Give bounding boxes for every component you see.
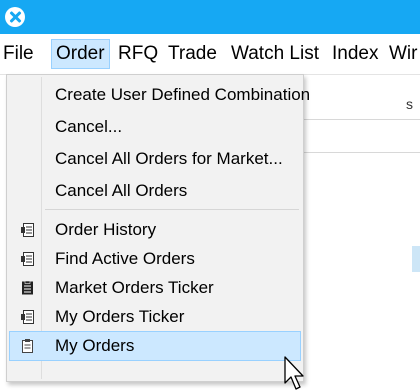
- menu-trade[interactable]: Trade: [168, 43, 217, 65]
- menu-item-label: My Orders: [55, 336, 135, 355]
- background-divider: [300, 119, 420, 120]
- menu-item-label: My Orders Ticker: [55, 307, 185, 326]
- menu-item-cancel-all-orders-for-market[interactable]: Cancel All Orders for Market...: [9, 144, 301, 174]
- orders-list-icon: [21, 310, 34, 324]
- menu-item-label: Find Active Orders: [55, 249, 195, 268]
- market-ticker-icon: [22, 281, 33, 295]
- menu-item-cancel[interactable]: Cancel...: [9, 112, 301, 142]
- menu-rfq[interactable]: RFQ: [118, 43, 158, 65]
- menu-item-label: Create User Defined Combination: [55, 85, 311, 104]
- menu-item-order-history[interactable]: Order History: [9, 215, 301, 245]
- background-text-fragment: s: [406, 96, 413, 112]
- menu-item-my-orders-ticker[interactable]: My Orders Ticker: [9, 302, 301, 332]
- orders-list-icon: [21, 252, 34, 266]
- menu-item-label: Cancel All Orders for Market...: [55, 149, 283, 168]
- menu-item-label: Cancel All Orders: [55, 181, 188, 200]
- menu-order[interactable]: Order: [51, 39, 110, 69]
- title-bar: [0, 0, 420, 34]
- background-divider: [300, 152, 420, 153]
- menu-separator: [45, 209, 299, 210]
- menu-file[interactable]: File: [3, 43, 34, 65]
- clipboard-icon: [22, 339, 33, 353]
- mouse-pointer-icon: [284, 356, 304, 390]
- menu-item-cancel-all-orders[interactable]: Cancel All Orders: [9, 176, 301, 206]
- menu-index[interactable]: Index: [332, 43, 378, 65]
- app-close-icon[interactable]: [5, 7, 25, 27]
- menu-window[interactable]: Wir: [389, 43, 417, 65]
- menu-item-label: Market Orders Ticker: [55, 278, 214, 297]
- menu-bar: File Order RFQ Trade Watch List Index Wi…: [0, 34, 420, 75]
- menu-item-my-orders[interactable]: My Orders: [9, 331, 301, 361]
- menu-item-label: Order History: [55, 220, 157, 239]
- orders-list-icon: [21, 223, 34, 237]
- menu-item-market-orders-ticker[interactable]: Market Orders Ticker: [9, 273, 301, 303]
- menu-item-label: Cancel...: [55, 117, 123, 136]
- menu-item-find-active-orders[interactable]: Find Active Orders: [9, 244, 301, 274]
- order-dropdown-menu: Create User Defined Combination Cancel..…: [6, 74, 310, 382]
- menu-watch-list[interactable]: Watch List: [231, 43, 319, 65]
- background-selected-row: [412, 246, 420, 272]
- menu-item-create-user-defined-combination[interactable]: Create User Defined Combination: [9, 80, 310, 110]
